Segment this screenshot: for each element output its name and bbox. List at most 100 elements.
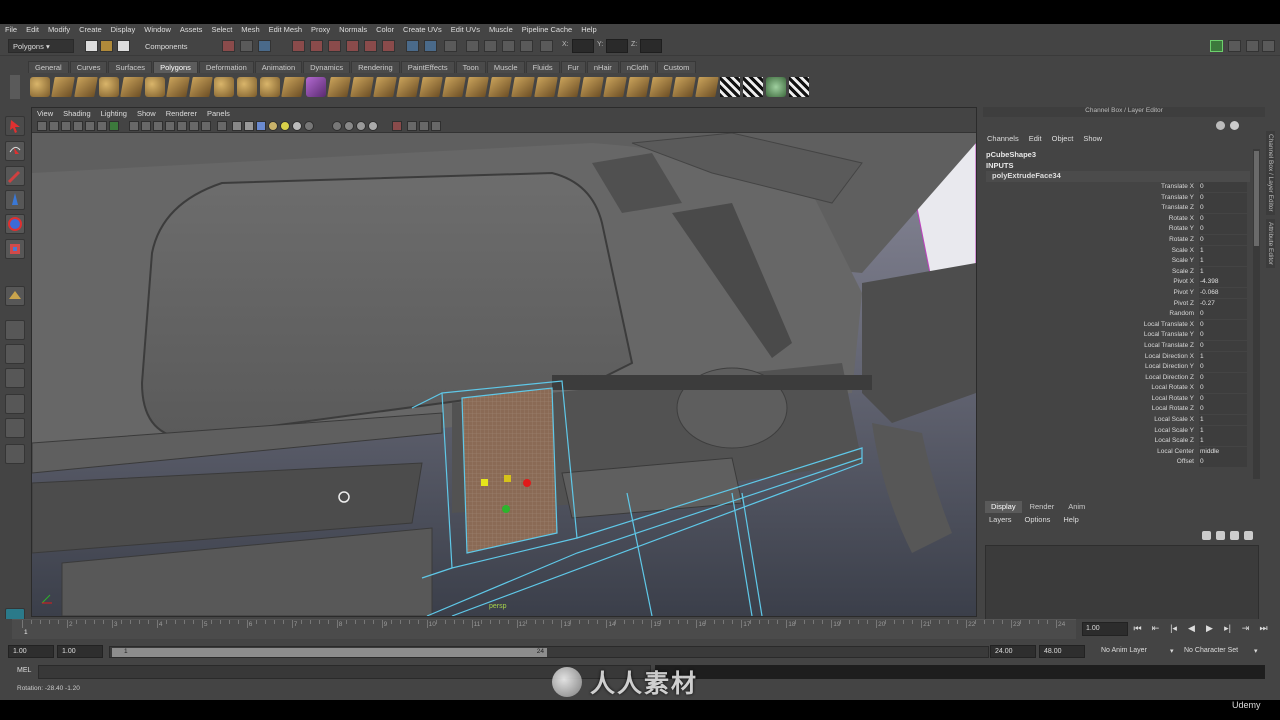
input-ops-icon[interactable] (406, 40, 419, 52)
poly-bake-icon[interactable] (766, 77, 786, 97)
animation-start-field[interactable]: 1.00 (8, 645, 54, 658)
attribute-name[interactable]: Local Direction Y (1145, 362, 1194, 373)
attribute-name[interactable]: Scale X (1172, 246, 1194, 257)
poly-append-icon[interactable] (557, 77, 581, 97)
attribute-value-field[interactable]: 1 (1199, 436, 1247, 447)
history-icon[interactable] (382, 40, 395, 52)
select-camera-icon[interactable] (37, 121, 47, 131)
layer-menu-layers[interactable]: Layers (985, 515, 1012, 527)
poly-offset-loop-icon[interactable] (626, 77, 650, 97)
channel-menu-object[interactable]: Object (1052, 134, 1074, 143)
attribute-name[interactable]: Local Translate Z (1144, 341, 1194, 352)
poly-torus-icon[interactable] (145, 77, 165, 97)
lasso-tool-icon[interactable] (5, 141, 25, 161)
step-forward-frame-icon[interactable]: ▸| (1222, 623, 1233, 634)
shelf-tab-surfaces[interactable]: Surfaces (108, 61, 153, 73)
playback-end-field[interactable]: 24.00 (990, 645, 1036, 658)
poly-checker-uv-icon[interactable] (743, 77, 763, 97)
attribute-name[interactable]: Local Translate X (1144, 320, 1194, 331)
attribute-name[interactable]: Local Direction X (1145, 352, 1194, 363)
poly-soccer-icon[interactable] (237, 77, 257, 97)
make-live-icon[interactable] (364, 40, 377, 52)
attribute-value-field[interactable]: middle (1199, 446, 1247, 457)
bookmark-icon[interactable] (61, 121, 71, 131)
attribute-name[interactable]: Local Scale X (1154, 415, 1194, 426)
menu-modify[interactable]: Modify (48, 25, 70, 34)
output-ops-icon[interactable] (424, 40, 437, 52)
menu-window[interactable]: Window (144, 25, 171, 34)
shelf-tab-toon[interactable]: Toon (455, 61, 486, 73)
attribute-value-field[interactable]: 1 (1199, 256, 1247, 267)
film-gate-icon[interactable] (97, 121, 107, 131)
attribute-name[interactable]: Local Center (1157, 447, 1194, 458)
poly-bevel-icon[interactable] (649, 77, 673, 97)
ambient-occlusion-icon[interactable] (332, 121, 342, 131)
range-bar[interactable]: 1 24 (109, 646, 989, 658)
paint-select-tool-icon[interactable] (5, 166, 25, 186)
menu-assets[interactable]: Assets (180, 25, 203, 34)
attribute-value-field[interactable]: 0 (1199, 234, 1247, 245)
resolution-gate-icon[interactable] (109, 121, 119, 131)
menu-proxy[interactable]: Proxy (311, 25, 330, 34)
shelf-tab-rendering[interactable]: Rendering (351, 61, 400, 73)
viewport-scene[interactable]: persp (32, 133, 976, 616)
depth-of-field-icon[interactable] (368, 121, 378, 131)
new-layer-selected-icon[interactable] (1216, 531, 1225, 540)
viewport-menu-renderer[interactable]: Renderer (166, 109, 197, 118)
textured-icon[interactable] (165, 121, 175, 131)
select-hierarchy-icon[interactable] (222, 40, 235, 52)
cube-shaded-icon[interactable] (244, 121, 254, 131)
poly-mirror-icon[interactable] (419, 77, 443, 97)
menu-color[interactable]: Color (376, 25, 394, 34)
attribute-value-field[interactable]: 0 (1199, 182, 1247, 192)
render-frame-icon[interactable] (484, 40, 497, 52)
attribute-value-field[interactable]: 0 (1199, 330, 1247, 341)
attribute-value-field[interactable]: 0 (1199, 362, 1247, 373)
layout-hypershade-icon[interactable] (5, 418, 25, 438)
scrollbar-thumb[interactable] (1254, 151, 1259, 246)
ipr-render-icon[interactable] (502, 40, 515, 52)
all-lights-icon[interactable] (280, 121, 290, 131)
poly-booleans-icon[interactable] (373, 77, 397, 97)
shelf-tab-painteffects[interactable]: PaintEffects (400, 61, 455, 73)
attribute-name[interactable]: Local Direction Z (1145, 373, 1194, 384)
channel-menu-show[interactable]: Show (1083, 134, 1102, 143)
isolate-icon[interactable] (201, 121, 211, 131)
y-field[interactable] (606, 39, 628, 53)
poly-extrude-icon[interactable] (511, 77, 535, 97)
attribute-name[interactable]: Translate Z (1161, 203, 1194, 214)
anim-layer-arrow-icon[interactable]: ▾ (1170, 647, 1174, 655)
poly-average-icon[interactable] (396, 77, 420, 97)
poly-prism-icon[interactable] (166, 77, 190, 97)
menu-normals[interactable]: Normals (339, 25, 367, 34)
shade-wire-icon[interactable] (153, 121, 163, 131)
menu-select[interactable]: Select (211, 25, 232, 34)
viewport-menu-lighting[interactable]: Lighting (101, 109, 127, 118)
attribute-name[interactable]: Offset (1177, 457, 1194, 468)
xray-active-icon[interactable] (419, 121, 429, 131)
layout-persp-outliner-icon[interactable] (5, 368, 25, 388)
menu-create-uvs[interactable]: Create UVs (403, 25, 442, 34)
attribute-name[interactable]: Rotate Y (1169, 224, 1194, 235)
select-tool-icon[interactable] (5, 116, 25, 136)
playback-start-field[interactable]: 1.00 (57, 645, 103, 658)
poly-extract-icon[interactable] (327, 77, 351, 97)
layout-persp-graph-icon[interactable] (5, 394, 25, 414)
scale-tool-icon[interactable] (5, 239, 25, 259)
render-settings-icon[interactable] (520, 40, 533, 52)
poly-collapse-icon[interactable] (695, 77, 719, 97)
layer-menu-options[interactable]: Options (1021, 515, 1051, 527)
new-layer-empty-icon[interactable] (1202, 531, 1211, 540)
attribute-value-field[interactable]: 1 (1199, 425, 1247, 436)
step-back-key-icon[interactable]: ⇤ (1150, 623, 1161, 634)
menu-help[interactable]: Help (581, 25, 596, 34)
select-object-icon[interactable] (240, 40, 253, 52)
attribute-value-field[interactable]: 1 (1199, 351, 1247, 362)
side-tab-attribute-editor[interactable]: Attribute Editor (1266, 218, 1275, 268)
menu-display[interactable]: Display (111, 25, 136, 34)
save-scene-icon[interactable] (117, 40, 130, 52)
select-component-icon[interactable] (258, 40, 271, 52)
viewport-menu-view[interactable]: View (37, 109, 53, 118)
channel-box-scrollbar[interactable] (1253, 149, 1260, 479)
manipulator-tool-icon[interactable] (5, 286, 25, 306)
